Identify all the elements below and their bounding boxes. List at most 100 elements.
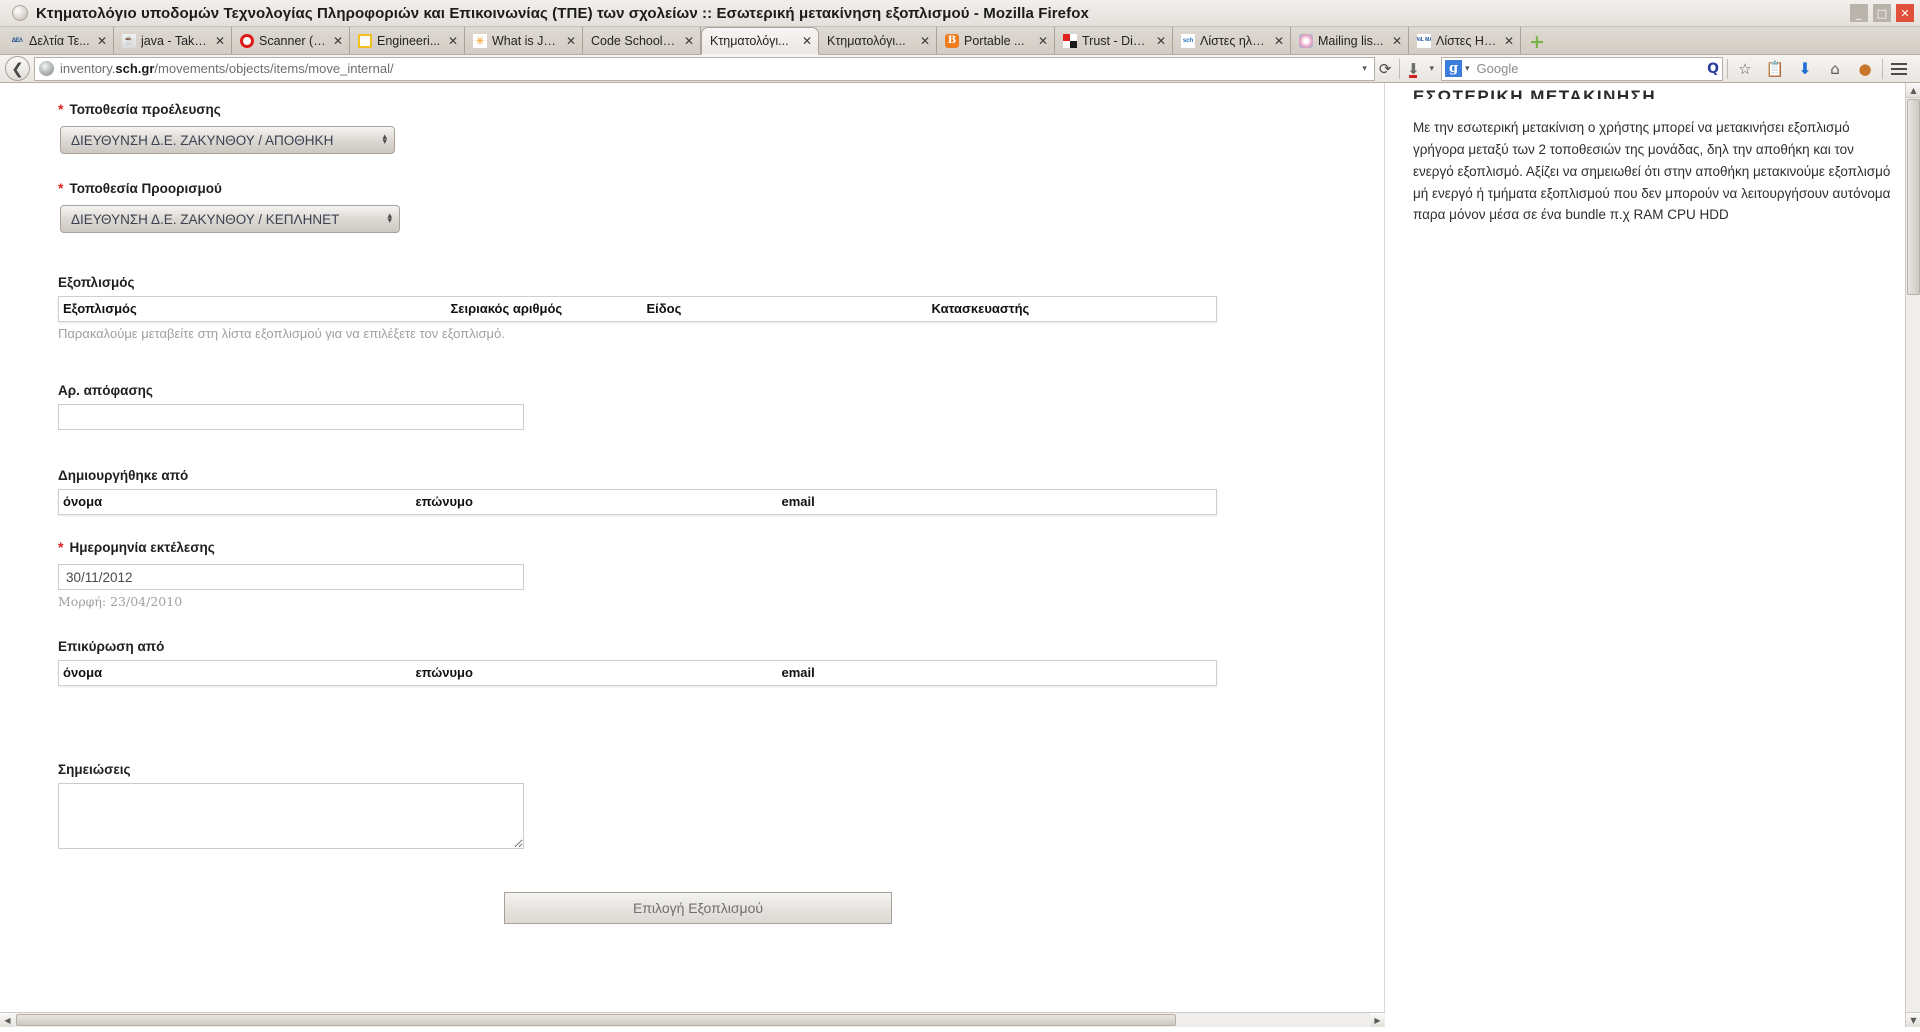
tab-close-icon-6[interactable]: ✕ <box>802 34 812 48</box>
browser-tab-9[interactable]: Trust - Dig... ✕ <box>1055 27 1173 54</box>
hscroll-thumb[interactable] <box>16 1014 1176 1026</box>
browser-tab-6[interactable]: Κτηματολόγι... ✕ <box>701 27 819 55</box>
tab-close-icon-1[interactable]: ✕ <box>215 34 225 48</box>
field-notes: Σημειώσεις <box>58 762 1384 854</box>
vscroll-thumb[interactable] <box>1907 99 1920 295</box>
submit-row: Επιλογή Εξοπλισμού <box>58 892 1384 924</box>
download-caret[interactable]: ▾ <box>1429 64 1434 74</box>
tab-label-3: Engineeri... <box>377 33 441 48</box>
horizontal-scrollbar[interactable]: ◀ ▶ <box>0 1012 1385 1027</box>
bookmark-star-icon[interactable]: ☆ <box>1732 57 1758 81</box>
firefox-page-icon <box>12 5 28 21</box>
tab-close-icon-4[interactable]: ✕ <box>566 34 576 48</box>
required-marker: * <box>58 101 64 117</box>
vscroll-up-arrow[interactable]: ▲ <box>1906 83 1920 98</box>
approved-by-col-lastname: επώνυμο <box>411 660 778 686</box>
home-icon[interactable]: ⌂ <box>1822 57 1848 81</box>
maximize-button[interactable]: □ <box>1873 4 1891 22</box>
search-input[interactable]: Google <box>1477 61 1708 76</box>
tab-label-6: Κτηματολόγι... <box>710 34 789 48</box>
tab-close-icon-12[interactable]: ✕ <box>1504 34 1514 48</box>
navbar-divider-1 <box>1399 58 1401 79</box>
tab-close-icon-9[interactable]: ✕ <box>1156 34 1166 48</box>
tab-close-icon-2[interactable]: ✕ <box>333 34 343 48</box>
tab-label-8: Portable ... <box>964 33 1025 48</box>
tab-close-icon-11[interactable]: ✕ <box>1392 34 1402 48</box>
equipment-section-title: Εξοπλισμός <box>58 275 135 290</box>
minimize-button[interactable]: _ <box>1850 4 1868 22</box>
execution-date-input[interactable] <box>58 564 524 590</box>
reload-icon[interactable]: ⟳ <box>1379 60 1392 78</box>
required-marker: * <box>58 180 64 196</box>
origin-location-label-text: Τοποθεσία προέλευσης <box>69 102 221 117</box>
hamburger-menu-icon[interactable] <box>1887 62 1915 75</box>
browser-tabstrip: ΔΕΛ Δελτία Τε... ✕ ☕ java - Take... ✕ Scanner … <box>0 27 1920 55</box>
new-tab-button[interactable]: + <box>1524 30 1550 54</box>
equipment-col-kind: Είδος <box>642 296 928 322</box>
decision-number-label: Αρ. απόφασης <box>58 383 153 398</box>
tab-close-icon-8[interactable]: ✕ <box>1038 34 1048 48</box>
approved-by-label: Επικύρωση από <box>58 639 165 654</box>
download-arrow-icon[interactable]: ⬇ <box>1404 58 1422 80</box>
close-window-button[interactable]: ✕ <box>1896 4 1914 22</box>
browser-tab-8[interactable]: B Portable ... ✕ <box>937 27 1055 54</box>
search-bar[interactable]: g ▾ Google Q <box>1441 56 1723 81</box>
browser-tab-7[interactable]: Κτηματολόγι... ✕ <box>819 27 937 54</box>
tab-close-icon-3[interactable]: ✕ <box>448 34 458 48</box>
tab-close-icon-7[interactable]: ✕ <box>920 34 930 48</box>
browser-tab-12[interactable]: MAIL MAN Λίστες Ηλ... ✕ <box>1409 27 1521 54</box>
approved-by-header-row: όνομα επώνυμο email <box>58 660 1217 686</box>
clipboard-icon[interactable]: 📋 <box>1762 57 1788 81</box>
decision-number-input[interactable] <box>58 404 524 430</box>
tab-favicon-4: ✳ <box>473 33 487 48</box>
notes-textarea[interactable] <box>58 783 524 849</box>
help-sidebar: ΕΣΩΤΕΡΙΚΗ ΜΕΤΑΚΙΝΗΣΗ Με την εσωτερική με… <box>1385 83 1920 1027</box>
destination-location-select[interactable]: ΔΙΕΥΘΥΝΣΗ Δ.Ε. ΖΑΚΥΝΘΟΥ / ΚΕΠΛΗΝΕΤ <box>60 205 400 233</box>
search-engine-caret[interactable]: ▾ <box>1465 64 1470 74</box>
search-icon[interactable]: Q <box>1707 61 1719 77</box>
url-bar[interactable]: inventory.sch.gr/movements/objects/items… <box>34 56 1375 81</box>
execution-date-label: * Ημερομηνία εκτέλεσης <box>58 539 1384 555</box>
field-execution-date: * Ημερομηνία εκτέλεσης Μορφή: 23/04/2010 <box>58 539 1384 609</box>
section-approved-by: Επικύρωση από όνομα επώνυμο email <box>58 639 1384 686</box>
tab-label-10: Λίστες ηλε... <box>1200 33 1268 48</box>
equipment-table: Εξοπλισμός Σειριακός αριθμός Είδος Κατασ… <box>58 296 1217 322</box>
browser-tab-5[interactable]: Code School -... ✕ <box>583 27 701 54</box>
equipment-col-manufacturer: Κατασκευαστής <box>927 296 1217 322</box>
url-history-caret[interactable]: ▾ <box>1362 64 1367 74</box>
select-equipment-button[interactable]: Επιλογή Εξοπλισμού <box>504 892 892 924</box>
tab-close-icon-5[interactable]: ✕ <box>684 34 694 48</box>
back-button[interactable]: ❮ <box>5 56 30 81</box>
hscroll-left-arrow[interactable]: ◀ <box>0 1013 15 1027</box>
vscroll-down-arrow[interactable]: ▼ <box>1906 1012 1920 1027</box>
browser-tab-11[interactable]: Mailing lis... ✕ <box>1291 27 1409 54</box>
tab-close-icon-10[interactable]: ✕ <box>1274 34 1284 48</box>
tab-close-icon-0[interactable]: ✕ <box>97 34 107 48</box>
origin-location-label: * Τοποθεσία προέλευσης <box>58 101 1384 117</box>
browser-tab-10[interactable]: sch Λίστες ηλε... ✕ <box>1173 27 1291 54</box>
tab-favicon-10: sch <box>1181 33 1195 48</box>
browser-tab-4[interactable]: ✳ What is Jo... ✕ <box>465 27 583 54</box>
browser-tab-0[interactable]: ΔΕΛ Δελτία Τε... ✕ <box>2 27 114 54</box>
downloads-icon[interactable]: ⬇ <box>1792 57 1818 81</box>
equipment-col-serial: Σειριακός αριθμός <box>446 296 643 322</box>
google-icon[interactable]: g <box>1445 60 1462 77</box>
equipment-empty-hint: Παρακαλούμε μεταβείτε στη λίστα εξοπλισμ… <box>58 326 505 341</box>
origin-location-select[interactable]: ΔΙΕΥΘΥΝΣΗ Δ.Ε. ΖΑΚΥΝΘΟΥ / ΑΠΟΘΗΚΗ <box>60 126 395 154</box>
section-created-by: Δημιουργήθηκε από όνομα επώνυμο email <box>58 468 1384 515</box>
window-titlebar: Κτηματολόγιο υποδομών Τεχνολογίας Πληροφ… <box>0 0 1920 27</box>
vertical-scrollbar[interactable]: ▲ ▼ <box>1905 83 1920 1027</box>
browser-tab-1[interactable]: ☕ java - Take... ✕ <box>114 27 232 54</box>
tab-label-2: Scanner (J... <box>259 33 327 48</box>
browser-tab-2[interactable]: Scanner (J... ✕ <box>232 27 350 54</box>
hscroll-right-arrow[interactable]: ▶ <box>1370 1013 1385 1027</box>
required-marker: * <box>58 539 64 555</box>
created-by-col-lastname: επώνυμο <box>411 489 778 515</box>
browser-tab-3[interactable]: Engineeri... ✕ <box>350 27 465 54</box>
equipment-table-header-row: Εξοπλισμός Σειριακός αριθμός Είδος Κατασ… <box>58 296 1217 322</box>
created-by-table: όνομα επώνυμο email <box>58 489 1217 515</box>
help-sidebar-title: ΕΣΩΤΕΡΙΚΗ ΜΕΤΑΚΙΝΗΣΗ <box>1413 87 1657 99</box>
destination-location-label: * Τοποθεσία Προορισμού <box>58 180 1384 196</box>
firefox-logo-icon[interactable]: ● <box>1852 57 1878 81</box>
tab-label-0: Δελτία Τε... <box>29 33 90 48</box>
